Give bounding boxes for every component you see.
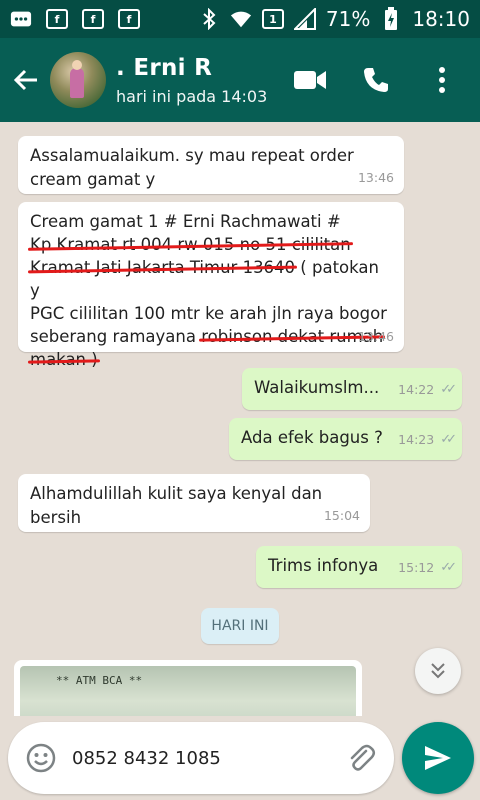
- message-text: seberang ramayana: [30, 327, 202, 346]
- message-time: 13:46: [357, 170, 394, 185]
- facebook-icon: f: [82, 9, 104, 29]
- image-message[interactable]: ** ATM BCA **: [14, 660, 362, 716]
- message-text: PGC cililitan 100 mtr ke arah jln raya b…: [30, 304, 387, 323]
- message-time: 15:04: [323, 508, 360, 523]
- attach-button[interactable]: [344, 741, 378, 775]
- scroll-to-bottom-button[interactable]: [415, 648, 461, 694]
- phone-icon: [364, 68, 388, 92]
- redacted-text: makan ): [30, 350, 98, 369]
- message-outgoing[interactable]: Ada efek bagus ? 14:23 ✓✓: [229, 418, 462, 460]
- message-time: 14:22: [398, 382, 435, 397]
- arrow-left-icon: [13, 69, 37, 91]
- last-seen: hari ini pada 14:03: [116, 86, 268, 106]
- signal-icon: [293, 8, 316, 30]
- message-time: 14:23: [398, 432, 435, 447]
- status-bar: f f f 1 71% 18:10: [0, 0, 480, 38]
- back-button[interactable]: [4, 58, 48, 102]
- sim-badge: 1: [261, 9, 284, 29]
- redacted-text: Kramat Jati Jakarta Timur 13640: [30, 258, 296, 277]
- message-input[interactable]: [72, 747, 344, 769]
- send-icon: [425, 746, 451, 770]
- facebook-icon: f: [46, 9, 68, 29]
- image-preview: ** ATM BCA **: [20, 666, 356, 716]
- redacted-text: Kp.Kramat rt 004 rw 015 no 51 cililitan: [30, 235, 351, 254]
- message-text: cream gamat y: [30, 170, 156, 189]
- image-text: ** ATM BCA **: [56, 674, 143, 687]
- battery-percent: 71%: [325, 7, 371, 31]
- contact-name: . Erni R: [116, 54, 213, 81]
- video-camera-icon: [294, 71, 326, 89]
- message-list[interactable]: Assalamualaikum. sy mau repeat order cre…: [0, 122, 480, 716]
- avatar[interactable]: [50, 52, 106, 108]
- message-text: Alhamdulillah kulit saya kenyal dan bers…: [30, 484, 323, 527]
- double-check-icon: ✓✓: [440, 382, 457, 397]
- voice-call-button[interactable]: [358, 62, 394, 98]
- chat-header: . Erni R hari ini pada 14:03: [0, 38, 480, 122]
- kebab-menu-icon: [439, 67, 445, 93]
- double-check-icon: ✓✓: [440, 432, 457, 447]
- more-options-button[interactable]: [424, 62, 460, 98]
- messages-icon: [10, 8, 32, 30]
- message-outgoing[interactable]: Walaikumslm... 14:22 ✓✓: [242, 368, 462, 410]
- message-outgoing[interactable]: Trims infonya 15:12 ✓✓: [256, 546, 462, 588]
- redacted-text: robinson dekat rumah: [201, 327, 384, 346]
- clock: 18:10: [412, 7, 470, 31]
- chevron-double-down-icon: [431, 663, 445, 679]
- message-text: Assalamualaikum. sy mau repeat order: [30, 146, 354, 165]
- smiley-icon: [26, 743, 56, 773]
- bluetooth-icon: [198, 8, 220, 30]
- message-composer: [8, 722, 394, 794]
- send-button[interactable]: [402, 722, 474, 794]
- double-check-icon: ✓✓: [440, 560, 457, 575]
- message-incoming[interactable]: Cream gamat 1 # Erni Rachmawati # Kp.Kra…: [18, 202, 404, 369]
- wifi-icon: [230, 8, 252, 30]
- paperclip-icon: [350, 744, 375, 771]
- battery-charging-icon: [380, 7, 402, 30]
- message-text: Cream gamat 1 # Erni Rachmawati #: [30, 212, 341, 231]
- message-time: 15:12: [398, 560, 435, 575]
- message-incoming[interactable]: Alhamdulillah kulit saya kenyal dan bers…: [18, 474, 370, 532]
- contact-info[interactable]: . Erni R hari ini pada 14:03: [116, 55, 292, 106]
- date-divider: HARI INI: [201, 608, 279, 644]
- facebook-icon: f: [118, 9, 140, 29]
- message-time: 13:46: [357, 329, 394, 344]
- emoji-button[interactable]: [24, 741, 58, 775]
- video-call-button[interactable]: [292, 62, 328, 98]
- message-incoming[interactable]: Assalamualaikum. sy mau repeat order cre…: [18, 136, 404, 194]
